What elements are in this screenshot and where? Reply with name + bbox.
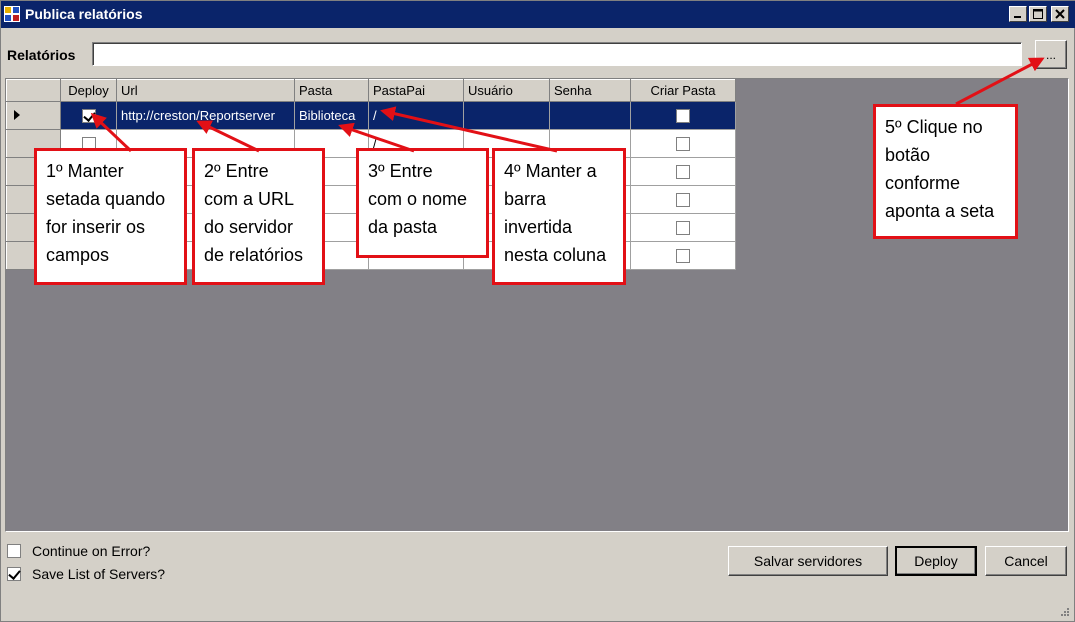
callout-3-line: da pasta [368, 217, 438, 237]
criar-pasta-cell[interactable] [630, 101, 736, 130]
criar-pasta-cell[interactable] [630, 185, 736, 214]
maximize-button[interactable] [1029, 6, 1047, 22]
cancel-button[interactable]: Cancel [985, 546, 1067, 576]
grid-corner [6, 79, 61, 102]
criar-pasta-cell[interactable] [630, 129, 736, 158]
minimize-button[interactable] [1009, 6, 1027, 22]
save-list-option[interactable]: Save List of Servers? [7, 566, 165, 582]
column-header-pastapai[interactable]: PastaPai [368, 79, 464, 102]
minimize-icon [1014, 16, 1021, 18]
deploy-cell[interactable] [60, 101, 117, 130]
callout-1: 1º Manter setada quando for inserir os c… [34, 148, 187, 285]
table-row[interactable]: http://creston/Reportserver Biblioteca / [6, 101, 736, 130]
callout-2-line: com a URL [204, 189, 295, 209]
pastapai-cell[interactable]: / [368, 101, 464, 130]
callout-5-line: botão [885, 145, 931, 165]
callout-3-line: com o nome [368, 189, 468, 209]
column-header-usuario[interactable]: Usuário [463, 79, 550, 102]
callout-4-line: 4º Manter a [504, 161, 597, 181]
deploy-button[interactable]: Deploy [895, 546, 977, 576]
callout-1-line: 1º Manter [46, 161, 124, 181]
current-row-icon [14, 110, 20, 120]
continue-on-error-checkbox[interactable] [7, 544, 21, 558]
continue-on-error-option[interactable]: Continue on Error? [7, 543, 150, 559]
column-header-senha[interactable]: Senha [549, 79, 631, 102]
column-header-criar-pasta[interactable]: Criar Pasta [630, 79, 736, 102]
callout-2-line: do servidor [204, 217, 294, 237]
close-button[interactable] [1051, 6, 1069, 22]
relatorios-input[interactable] [92, 42, 1022, 66]
criar-pasta-checkbox[interactable] [676, 249, 690, 264]
callout-3-line: 3º Entre [368, 161, 433, 181]
save-list-label: Save List of Servers? [32, 566, 166, 582]
callout-2-line: 2º Entre [204, 161, 269, 181]
callout-2-line: de relatórios [204, 245, 304, 265]
column-header-url[interactable]: Url [116, 79, 295, 102]
callout-4-line: invertida [504, 217, 573, 237]
callout-4: 4º Manter a barra invertida nesta coluna [492, 148, 626, 285]
salvar-servidores-button[interactable]: Salvar servidores [728, 546, 888, 576]
criar-pasta-checkbox[interactable] [676, 193, 690, 208]
column-header-pasta[interactable]: Pasta [294, 79, 369, 102]
senha-cell[interactable] [549, 101, 631, 130]
callout-3: 3º Entre com o nome da pasta [356, 148, 489, 258]
url-cell[interactable]: http://creston/Reportserver [116, 101, 295, 130]
criar-pasta-cell[interactable] [630, 241, 736, 270]
criar-pasta-checkbox[interactable] [676, 165, 690, 180]
usuario-cell[interactable] [463, 101, 550, 130]
criar-pasta-checkbox[interactable] [676, 221, 690, 236]
criar-pasta-checkbox[interactable] [676, 137, 690, 152]
column-header-deploy[interactable]: Deploy [60, 79, 117, 102]
callout-1-line: for inserir os [46, 217, 146, 237]
callout-5-line: aponta a seta [885, 201, 995, 221]
callout-5-line: 5º Clique no [885, 117, 983, 137]
row-header[interactable] [6, 101, 61, 130]
browse-button[interactable]: ... [1035, 40, 1067, 69]
close-icon [1055, 9, 1065, 19]
app-icon [4, 6, 20, 22]
callout-4-line: barra [504, 189, 547, 209]
callout-5-line: conforme [885, 173, 961, 193]
pasta-cell[interactable]: Biblioteca [294, 101, 369, 130]
resize-grip-icon[interactable] [1058, 605, 1070, 617]
window-title: Publica relatórios [25, 6, 143, 22]
callout-1-line: campos [46, 245, 110, 265]
save-list-checkbox[interactable] [7, 567, 21, 581]
continue-on-error-label: Continue on Error? [32, 543, 151, 559]
title-bar[interactable]: Publica relatórios [1, 1, 1075, 28]
criar-pasta-cell[interactable] [630, 157, 736, 186]
criar-pasta-cell[interactable] [630, 213, 736, 242]
deploy-checkbox[interactable] [81, 109, 96, 124]
callout-1-line: setada quando [46, 189, 166, 209]
callout-5: 5º Clique no botão conforme aponta a set… [873, 104, 1018, 239]
main-window: Publica relatórios Relatórios ... Deploy… [0, 0, 1075, 622]
callout-4-line: nesta coluna [504, 245, 607, 265]
maximize-icon [1033, 9, 1043, 19]
relatorios-label: Relatórios [7, 47, 76, 63]
criar-pasta-checkbox[interactable] [676, 109, 690, 124]
callout-2: 2º Entre com a URL do servidor de relató… [192, 148, 325, 285]
